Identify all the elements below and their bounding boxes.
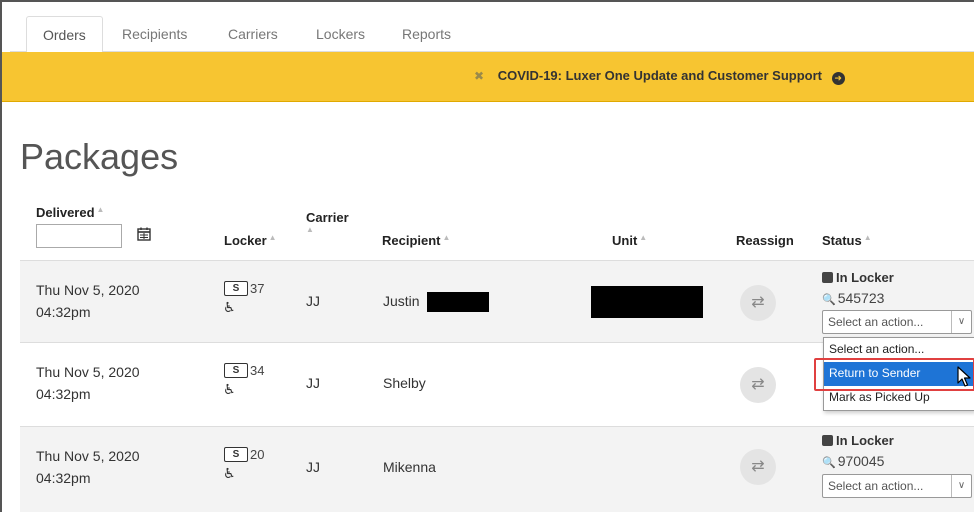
locker-size-badge: S [224,363,248,378]
carrier-name: JJ [306,459,320,475]
recipient-name: Mikenna [383,459,436,475]
carrier-name: JJ [306,375,320,391]
arrow-circle-right-icon[interactable]: ➜ [831,72,845,85]
access-code: 🔍 545723 [822,290,885,306]
locker-number: 37 [250,281,265,296]
action-select[interactable]: Select an action... ∨ [822,310,972,334]
status-square-icon [822,272,833,283]
sort-caret-icon[interactable]: ▲ [639,233,647,242]
header-reassign: Reassign [736,233,794,248]
redaction-block [591,286,703,318]
tab-recipients[interactable]: Recipients [106,16,203,52]
reassign-button[interactable]: ⇄ [740,367,776,403]
header-unit[interactable]: Unit ▲ [612,233,647,248]
banner-link[interactable]: COVID-19: Luxer One Update and Customer … [498,68,822,83]
sort-caret-icon[interactable]: ▲ [97,205,105,214]
header-locker[interactable]: Locker ▲ [224,233,277,248]
chevron-down-icon[interactable]: ∨ [951,311,971,333]
locker-size-badge: S [224,281,248,296]
highlight-callout [814,358,974,391]
locker-number: 34 [250,363,265,378]
carrier-name: JJ [306,293,320,309]
wheelchair-icon: ♿ [223,299,236,315]
tab-carriers[interactable]: Carriers [212,16,294,52]
header-status[interactable]: Status ▲ [822,233,872,248]
recipient-name: Justin [383,293,420,309]
tab-reports[interactable]: Reports [386,16,467,52]
chevron-down-icon[interactable]: ∨ [951,475,971,497]
recipient-name: Shelby [383,375,426,391]
header-recipient[interactable]: Recipient ▲ [382,233,450,248]
status-label: In Locker [822,270,894,285]
swap-arrows-icon: ⇄ [751,458,765,475]
action-select[interactable]: Select an action... ∨ [822,474,972,498]
tab-lockers[interactable]: Lockers [300,16,381,52]
delivered-datetime: Thu Nov 5, 2020 04:32pm [36,364,140,402]
page-title: Packages [20,136,179,177]
reassign-button[interactable]: ⇄ [740,449,776,485]
header-delivered[interactable]: Delivered ▲ [36,205,104,220]
key-icon: 🔍 [822,294,836,306]
sort-caret-icon[interactable]: ▲ [269,233,277,242]
reassign-button[interactable]: ⇄ [740,285,776,321]
key-icon: 🔍 [822,457,836,469]
header-carrier[interactable]: Carrier ▲ [306,210,349,240]
status-label: In Locker [822,433,894,448]
announcement-banner: ✖ COVID-19: Luxer One Update and Custome… [2,52,974,102]
swap-arrows-icon: ⇄ [751,294,765,311]
calendar-icon[interactable] [136,226,152,242]
locker-size-badge: S [224,447,248,462]
delivered-datetime: Thu Nov 5, 2020 04:32pm [36,448,140,486]
sort-caret-icon[interactable]: ▲ [306,225,314,234]
wheelchair-icon: ♿ [223,465,236,481]
locker-number: 20 [250,447,265,462]
status-square-icon [822,435,833,446]
delivered-date-filter[interactable] [36,224,122,248]
sort-caret-icon[interactable]: ▲ [443,233,451,242]
access-code: 🔍 970045 [822,453,885,469]
nav-tabs: Orders Recipients Carriers Lockers Repor… [10,16,974,53]
tab-orders[interactable]: Orders [26,16,103,53]
delivered-datetime: Thu Nov 5, 2020 04:32pm [36,282,140,320]
sort-caret-icon[interactable]: ▲ [864,233,872,242]
swap-arrows-icon: ⇄ [751,376,765,393]
wheelchair-icon: ♿ [223,381,236,397]
redaction-block [427,292,489,312]
mouse-pointer-icon [957,366,971,387]
close-icon[interactable]: ✖ [474,69,484,83]
app-frame: Orders Recipients Carriers Lockers Repor… [0,0,974,512]
